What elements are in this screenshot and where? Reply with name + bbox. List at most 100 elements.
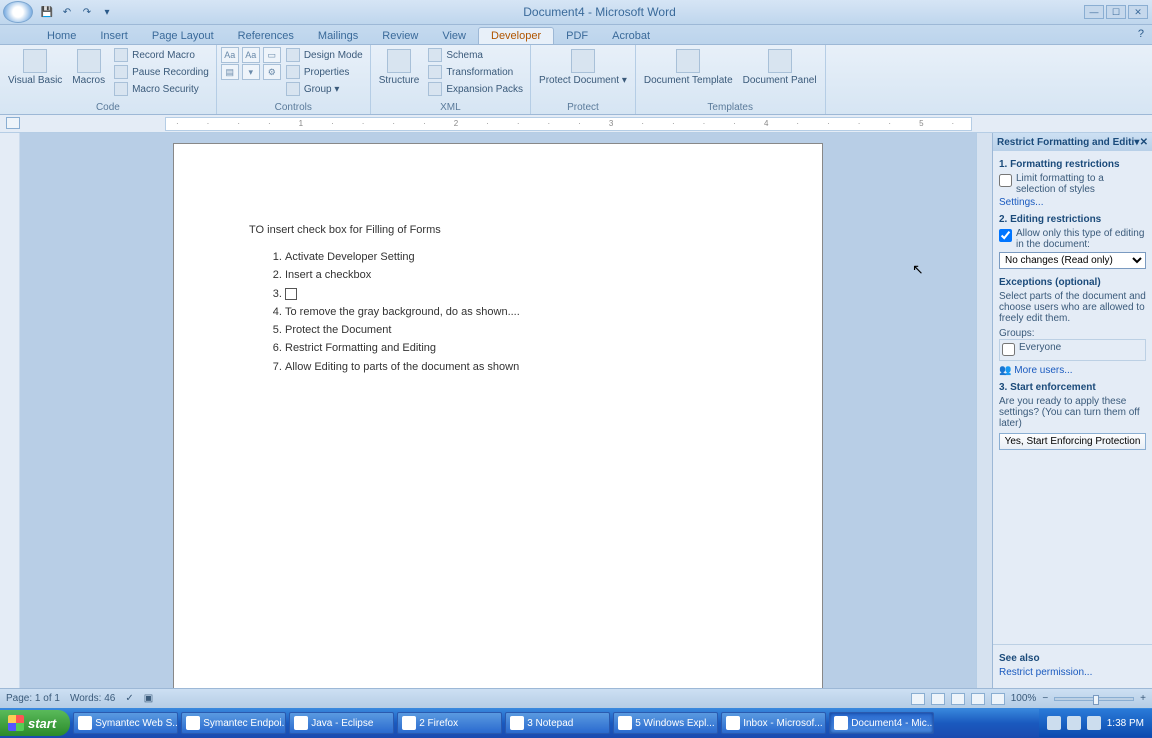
more-users-label: More users... (1014, 365, 1072, 376)
combo-control-icon[interactable]: ▤ (221, 64, 239, 80)
see-also-heading: See also (999, 653, 1146, 664)
document-template-button[interactable]: Document Template (640, 47, 737, 88)
taskbar-item-active[interactable]: Document4 - Mic... (829, 712, 934, 734)
maximize-button[interactable]: ☐ (1106, 5, 1126, 19)
qat-dropdown-icon[interactable]: ▾ (99, 4, 115, 20)
richtext-control-icon[interactable]: Aa (221, 47, 239, 63)
transformation-button[interactable]: Transformation (425, 64, 526, 80)
vertical-ruler[interactable] (0, 133, 20, 688)
group-button[interactable]: Group ▾ (283, 81, 366, 97)
clock[interactable]: 1:38 PM (1107, 718, 1144, 729)
status-words[interactable]: Words: 46 (70, 693, 115, 704)
checkbox-icon[interactable] (285, 288, 297, 300)
dropdown-control-icon[interactable]: ▾ (242, 64, 260, 80)
document-area[interactable]: TO insert check box for Filling of Forms… (20, 133, 976, 688)
allow-only-label: Allow only this type of editing in the d… (1016, 228, 1146, 250)
group-everyone-checkbox[interactable] (1002, 343, 1015, 356)
tray-icon[interactable] (1087, 716, 1101, 730)
settings-link[interactable]: Settings... (999, 197, 1146, 208)
legacy-tools-icon[interactable]: ⚙ (263, 64, 281, 80)
schema-button[interactable]: Schema (425, 47, 526, 63)
start-label: start (28, 716, 56, 731)
zoom-out-icon[interactable]: − (1042, 693, 1048, 704)
taskbar-item[interactable]: Symantec Endpoi... (181, 712, 286, 734)
taskbar-item[interactable]: 3 Notepad (505, 712, 610, 734)
page[interactable]: TO insert check box for Filling of Forms… (173, 143, 823, 688)
record-macro-button[interactable]: Record Macro (111, 47, 212, 63)
taskbar-item[interactable]: Java - Eclipse (289, 712, 394, 734)
group-everyone-item[interactable]: Everyone (1002, 342, 1143, 356)
windows-logo-icon (8, 715, 24, 731)
tab-review[interactable]: Review (370, 28, 430, 44)
taskbar-item[interactable]: Inbox - Microsof... (721, 712, 826, 734)
exceptions-heading: Exceptions (optional) (999, 277, 1146, 288)
redo-icon[interactable]: ↷ (79, 4, 95, 20)
tab-references[interactable]: References (226, 28, 306, 44)
text-control-icon[interactable]: Aa (242, 47, 260, 63)
picture-control-icon[interactable]: ▭ (263, 47, 281, 63)
tab-page-layout[interactable]: Page Layout (140, 28, 226, 44)
tray-icon[interactable] (1067, 716, 1081, 730)
section-enforcement-heading: 3. Start enforcement (999, 382, 1146, 393)
ribbon-group-controls: Aa Aa ▭ ▤ ▾ ⚙ Design Mode Properties Gro… (217, 45, 371, 114)
macro-security-button[interactable]: Macro Security (111, 81, 212, 97)
limit-formatting-input[interactable] (999, 174, 1012, 187)
close-button[interactable]: ✕ (1128, 5, 1148, 19)
taskbar-item-label: Symantec Endpoi... (203, 718, 286, 729)
horizontal-ruler[interactable]: ····1····2····3····4····5····6····7···· (165, 117, 972, 131)
help-icon[interactable]: ? (1138, 28, 1144, 40)
view-fullscreen-icon[interactable] (931, 693, 945, 705)
editing-type-select[interactable]: No changes (Read only) (999, 252, 1146, 269)
limit-formatting-checkbox[interactable]: Limit formatting to a selection of style… (999, 173, 1146, 195)
zoom-level[interactable]: 100% (1011, 693, 1037, 704)
system-tray[interactable]: 1:38 PM (1039, 709, 1152, 737)
expansion-packs-button[interactable]: Expansion Packs (425, 81, 526, 97)
tab-view[interactable]: View (430, 28, 478, 44)
tab-developer[interactable]: Developer (478, 27, 554, 44)
tab-home[interactable]: Home (35, 28, 88, 44)
tab-pdf[interactable]: PDF (554, 28, 600, 44)
allow-only-input[interactable] (999, 229, 1012, 242)
tab-acrobat[interactable]: Acrobat (600, 28, 662, 44)
office-button[interactable] (3, 1, 33, 23)
taskbar-item[interactable]: Symantec Web S... (73, 712, 178, 734)
pause-recording-button[interactable]: Pause Recording (111, 64, 212, 80)
minimize-button[interactable]: — (1084, 5, 1104, 19)
tab-mailings[interactable]: Mailings (306, 28, 370, 44)
undo-icon[interactable]: ↶ (59, 4, 75, 20)
save-icon[interactable]: 💾 (39, 4, 55, 20)
view-outline-icon[interactable] (971, 693, 985, 705)
allow-only-checkbox[interactable]: Allow only this type of editing in the d… (999, 228, 1146, 250)
taskpane-body: 1. Formatting restrictions Limit formatt… (993, 151, 1152, 644)
macro-record-icon[interactable]: ▣ (144, 693, 153, 704)
status-page[interactable]: Page: 1 of 1 (6, 693, 60, 704)
view-web-icon[interactable] (951, 693, 965, 705)
restrict-permission-link[interactable]: Restrict permission... (999, 667, 1146, 678)
taskbar-item-label: Document4 - Mic... (851, 718, 934, 729)
view-draft-icon[interactable] (991, 693, 1005, 705)
visual-basic-button[interactable]: Visual Basic (4, 47, 66, 88)
taskpane-close-icon[interactable]: ✕ (1140, 137, 1148, 148)
view-print-layout-icon[interactable] (911, 693, 925, 705)
zoom-in-icon[interactable]: + (1140, 693, 1146, 704)
start-button[interactable]: start (0, 710, 70, 736)
tab-selector-icon[interactable] (6, 117, 20, 129)
taskbar-item[interactable]: 5 Windows Expl... (613, 712, 718, 734)
tray-icon[interactable] (1047, 716, 1061, 730)
macros-button[interactable]: Macros (68, 47, 109, 88)
zoom-slider[interactable] (1054, 697, 1134, 701)
protect-document-button[interactable]: Protect Document ▾ (535, 47, 631, 88)
document-panel-button[interactable]: Document Panel (739, 47, 821, 88)
more-users-link[interactable]: 👥 More users... (999, 365, 1146, 376)
tab-insert[interactable]: Insert (88, 28, 140, 44)
group-label: Group ▾ (304, 84, 340, 95)
spellcheck-icon[interactable]: ✓ (125, 693, 133, 704)
start-enforcing-button[interactable]: Yes, Start Enforcing Protection (999, 433, 1146, 450)
vertical-scrollbar[interactable] (976, 133, 992, 688)
design-mode-button[interactable]: Design Mode (283, 47, 366, 63)
zoom-thumb[interactable] (1093, 695, 1099, 705)
ribbon-group-xml-label: XML (375, 102, 526, 114)
structure-button[interactable]: Structure (375, 47, 424, 88)
taskbar-item[interactable]: 2 Firefox (397, 712, 502, 734)
properties-button[interactable]: Properties (283, 64, 366, 80)
